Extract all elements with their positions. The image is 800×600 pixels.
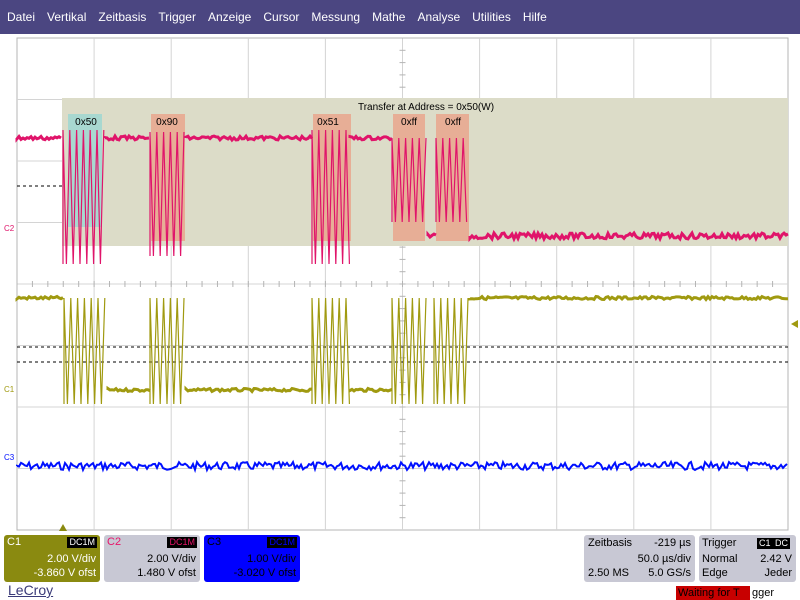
lecroy-logo: LeCroy (8, 582, 54, 598)
waveform-grid: Transfer at Address = 0x50(W) 0x50 0x90 … (15, 37, 789, 531)
channel-vdiv: 1.00 V/div (247, 553, 296, 565)
channel-name: C3 (207, 536, 222, 548)
channel-tag-c3: C3 (4, 453, 15, 462)
menu-messung[interactable]: Messung (305, 0, 366, 34)
menu-analyse[interactable]: Analyse (411, 0, 466, 34)
c1-trace (468, 294, 789, 302)
menu-trigger[interactable]: Trigger (152, 0, 202, 34)
menu-anzeige[interactable]: Anzeige (202, 0, 257, 34)
timebase-delay: -219 µs (654, 537, 691, 549)
acquisition-status-rest: gger (752, 587, 775, 599)
menu-mathe[interactable]: Mathe (366, 0, 411, 34)
menu-datei[interactable]: Datei (0, 0, 41, 34)
channel-c1-box[interactable]: C1 DC1M 2.00 V/div -3.860 V ofst (4, 535, 100, 582)
decode-byte-label: 0x50 (75, 117, 97, 128)
c1-burst (433, 297, 469, 405)
channel-offset: -3.020 V ofst (233, 567, 296, 579)
channel-tag-c2: C2 (4, 224, 15, 233)
trigger-label: Trigger (702, 537, 737, 549)
c1-trace (106, 385, 151, 394)
channel-c2-box[interactable]: C2 DC1M 2.00 V/div 1.480 V ofst (104, 535, 200, 582)
trigger-position-icon[interactable] (59, 524, 67, 531)
timebase-samples: 2.50 MS (588, 567, 629, 579)
timebase-tdiv: 50.0 µs/div (637, 553, 691, 565)
decode-byte-label: 0xff (401, 117, 417, 128)
channel-vdiv: 2.00 V/div (47, 553, 96, 565)
c1-trace (184, 385, 313, 394)
channel-offset: 1.480 V ofst (137, 567, 196, 579)
channel-name: C2 (107, 536, 122, 548)
decode-title: Transfer at Address = 0x50(W) (358, 102, 494, 113)
menu-bar: Datei Vertikal Zeitbasis Trigger Anzeige… (0, 0, 800, 34)
channel-coupling: DC1M (167, 537, 197, 548)
acquisition-status: Waiting for T (676, 586, 750, 600)
c1-burst (311, 297, 350, 405)
timebase-rate: 5.0 GS/s (648, 567, 691, 579)
menu-zeitbasis[interactable]: Zeitbasis (92, 0, 152, 34)
decode-byte-label: 0x90 (156, 117, 178, 128)
channel-coupling: DC1M (67, 537, 97, 548)
menu-hilfe[interactable]: Hilfe (517, 0, 553, 34)
timebase-box[interactable]: Zeitbasis -219 µs 50.0 µs/div 2.50 MS 5.… (584, 535, 695, 582)
channel-vdiv: 2.00 V/div (147, 553, 196, 565)
menu-vertikal[interactable]: Vertikal (41, 0, 92, 34)
channel-c3-box[interactable]: C3 DC1M 1.00 V/div -3.020 V ofst (204, 535, 300, 582)
c2-trace (15, 134, 62, 143)
c1-trace (15, 294, 64, 302)
channel-name: C1 (7, 536, 22, 548)
trigger-source: C1 (757, 538, 773, 549)
decode-byte-label: 0xff (445, 117, 461, 128)
channel-offset: -3.860 V ofst (33, 567, 96, 579)
trigger-level-marker-icon[interactable] (791, 320, 798, 328)
trigger-slope: Jeder (764, 567, 792, 579)
menu-utilities[interactable]: Utilities (466, 0, 517, 34)
trigger-level: 2.42 V (760, 553, 792, 565)
menu-cursor[interactable]: Cursor (257, 0, 305, 34)
c1-burst (63, 297, 106, 405)
timebase-label: Zeitbasis (588, 537, 633, 549)
waveform-display[interactable]: Transfer at Address = 0x50(W) 0x50 0x90 … (0, 34, 800, 532)
trigger-box[interactable]: Trigger C1 DC Normal 2.42 V Edge Jeder (699, 535, 796, 582)
trigger-mode: Normal (702, 553, 738, 565)
channel-tag-c1: C1 (4, 385, 15, 394)
trigger-type: Edge (702, 567, 728, 579)
decode-byte-label: 0x51 (317, 117, 339, 128)
channel-coupling: DC1M (267, 537, 297, 548)
c1-burst (391, 297, 427, 405)
c1-burst (149, 297, 185, 405)
status-panel: C1 DC1M 2.00 V/div -3.860 V ofst C2 DC1M… (0, 524, 800, 600)
trigger-coupling: DC (773, 538, 790, 549)
c1-trace (348, 386, 393, 394)
